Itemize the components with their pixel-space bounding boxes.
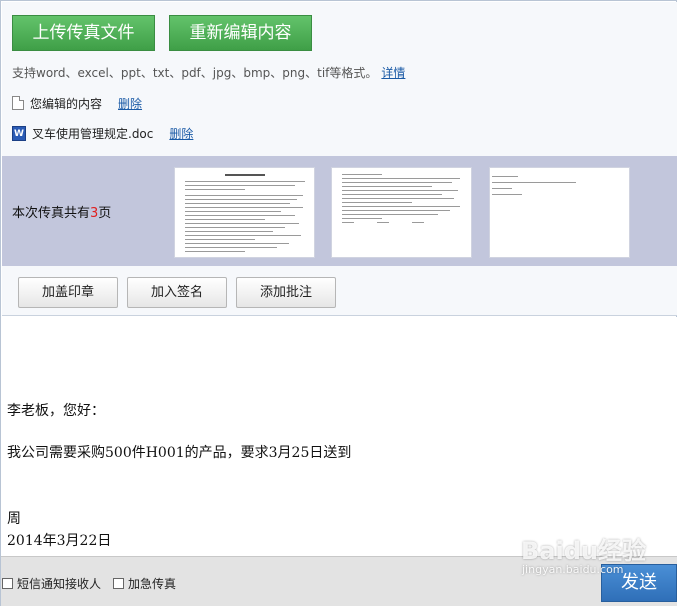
upload-section: 上传传真文件 重新编辑内容 支持word、excel、ppt、txt、pdf、j… [2, 2, 677, 156]
file-item-doc: W 叉车使用管理规定.doc 删除 [12, 124, 193, 142]
page-count-suffix: 页 [98, 206, 112, 221]
supported-formats: 支持word、excel、ppt、txt、pdf、jpg、bmp、png、tif… [12, 64, 405, 81]
blank-doc-icon [12, 96, 24, 110]
page-thumbnail-1[interactable] [174, 167, 315, 258]
fax-content-editor[interactable]: 李老板，您好： 我公司需要采购500件H001的产品，要求3月25日送到 周 2… [2, 317, 677, 556]
delete-edited-link[interactable]: 删除 [118, 95, 142, 112]
supported-formats-text: 支持word、excel、ppt、txt、pdf、jpg、bmp、png、tif… [12, 66, 378, 80]
details-link[interactable]: 详情 [381, 66, 405, 80]
page-thumbnail-2[interactable] [331, 167, 472, 258]
urgent-fax-label: 加急传真 [128, 577, 177, 591]
add-stamp-button[interactable]: 加盖印章 [18, 277, 118, 308]
sms-notify-option[interactable]: 短信通知接收人 [2, 575, 101, 592]
letter-body: 我公司需要采购500件H001的产品，要求3月25日送到 [7, 445, 352, 461]
reedit-content-button[interactable]: 重新编辑内容 [169, 15, 312, 51]
fax-panel: 上传传真文件 重新编辑内容 支持word、excel、ppt、txt、pdf、j… [0, 0, 677, 606]
sms-notify-label: 短信通知接收人 [17, 577, 102, 591]
file-name: 您编辑的内容 [30, 96, 103, 111]
page-count-label: 本次传真共有3页 [12, 202, 111, 221]
delete-doc-link[interactable]: 删除 [169, 125, 193, 142]
urgent-fax-checkbox[interactable] [113, 578, 124, 589]
file-item-edited: 您编辑的内容 删除 [12, 94, 142, 112]
urgent-fax-option[interactable]: 加急传真 [113, 575, 176, 592]
send-button[interactable]: 发送 [601, 564, 677, 602]
send-bar: 短信通知接收人 加急传真 发送 [1, 556, 677, 606]
page-thumbnail-3[interactable] [489, 167, 630, 258]
letter-date: 2014年3月22日 [7, 533, 112, 549]
annotation-toolbar: 加盖印章 加入签名 添加批注 [2, 266, 677, 316]
page-preview-band: 本次传真共有3页 [2, 156, 677, 266]
file-name: 叉车使用管理规定.doc [32, 126, 154, 141]
add-signature-button[interactable]: 加入签名 [127, 277, 227, 308]
sms-notify-checkbox[interactable] [2, 578, 13, 589]
upload-fax-file-button[interactable]: 上传传真文件 [12, 15, 155, 51]
letter-signature: 周 [7, 511, 21, 527]
letter-greeting: 李老板，您好： [7, 403, 105, 419]
word-doc-icon: W [12, 125, 26, 141]
add-annotation-button[interactable]: 添加批注 [236, 277, 336, 308]
page-count-prefix: 本次传真共有 [12, 206, 91, 221]
